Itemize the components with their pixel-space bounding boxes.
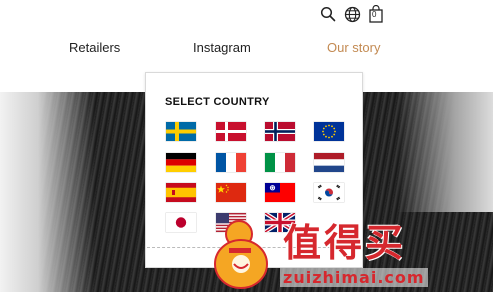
flag-netherlands-icon[interactable] [314,153,344,172]
watermark-brand: 值得买 [283,221,407,265]
flag-germany-icon[interactable] [166,153,196,172]
cart-count: 0 [372,10,377,19]
main-nav: Retailers Instagram Our story [0,40,493,56]
globe-icon[interactable] [343,5,361,23]
flag-sweden-icon[interactable] [166,122,196,141]
nav-retailers[interactable]: Retailers [69,40,120,55]
hero-light-left [0,92,95,292]
flag-japan-icon[interactable] [166,213,196,232]
watermark-logo-icon [214,220,268,289]
page: 0 Retailers Instagram Our story SELECT C… [0,0,493,292]
flag-taiwan-icon[interactable] [265,183,295,202]
flag-china-icon[interactable] [216,183,246,202]
flag-norway-icon[interactable] [265,122,295,141]
nav-our-story[interactable]: Our story [327,40,380,55]
flag-denmark-icon[interactable] [216,122,246,141]
watermark-url: zuizhimai.com [280,268,428,287]
flag-south-korea-icon[interactable] [314,183,344,202]
nav-instagram[interactable]: Instagram [193,40,251,55]
shopping-bag-icon[interactable]: 0 [367,5,385,23]
watermark: 值得买 zuizhimai.com [205,208,493,292]
flag-spain-icon[interactable] [166,183,196,202]
flag-italy-icon[interactable] [265,153,295,172]
country-selector-title: SELECT COUNTRY [165,96,270,108]
flag-france-icon[interactable] [216,153,246,172]
flag-eu-icon[interactable] [314,122,344,141]
hero-light-right [398,92,493,212]
search-icon[interactable] [319,5,337,23]
utility-bar: 0 [319,4,385,24]
